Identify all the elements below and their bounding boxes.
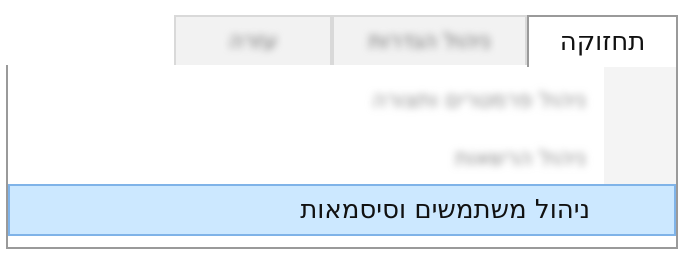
- tab-maintenance-label: תחזוקה: [559, 27, 646, 57]
- menu-item-permissions[interactable]: ניהול הרשאות: [14, 133, 670, 183]
- menu-item-parameters-label: ניהול פרמטרים ותצורה: [371, 87, 586, 113]
- tab-strip: תחזוקה ניהול הגדרות עזרה: [6, 6, 678, 67]
- tab-help-label: עזרה: [228, 28, 278, 54]
- dropdown-menu: ניהול פרמטרים ותצורה ניהול הרשאות ניהול …: [6, 65, 678, 249]
- tab-settings[interactable]: ניהול הגדרות: [332, 15, 527, 65]
- menu-item-parameters[interactable]: ניהול פרמטרים ותצורה: [14, 75, 670, 125]
- menu-item-users-passwords-label: ניהול משתמשים וסיסמאות: [300, 195, 590, 225]
- application-window: תחזוקה ניהול הגדרות עזרה ניהול פרמטרים ו…: [0, 0, 684, 255]
- tab-maintenance[interactable]: תחזוקה: [527, 15, 678, 67]
- menu-item-permissions-label: ניהול הרשאות: [454, 145, 586, 171]
- tab-help[interactable]: עזרה: [174, 15, 332, 65]
- menu-item-users-passwords[interactable]: ניהול משתמשים וסיסמאות: [8, 184, 676, 236]
- tab-settings-label: ניהול הגדרות: [368, 28, 491, 54]
